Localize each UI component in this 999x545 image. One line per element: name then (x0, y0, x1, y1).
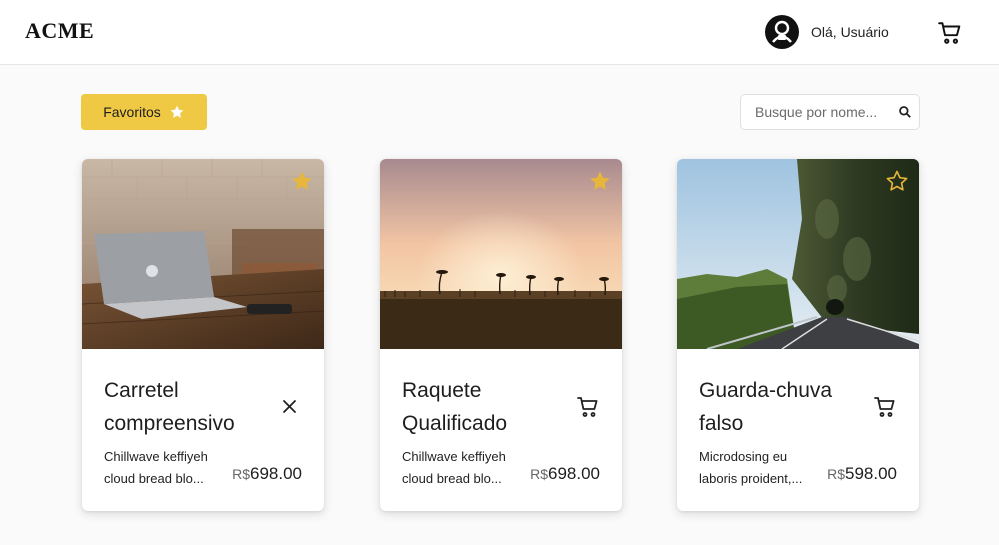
top-header: ACME Olá, Usuário (0, 0, 999, 65)
product-description: Microdosing eu laboris proident,... (699, 449, 803, 486)
cart-icon[interactable] (937, 20, 963, 46)
search-input[interactable] (741, 95, 891, 129)
search-box (740, 94, 920, 130)
close-icon[interactable] (278, 395, 302, 419)
product-price: R$598.00 (827, 464, 897, 483)
product-description: Chillwave keffiyeh cloud bread blo... (104, 449, 208, 486)
product-price: R$698.00 (232, 464, 302, 483)
favorites-label: Favoritos (103, 104, 161, 120)
product-card[interactable]: Carretel compreensivo Chillwave keffiyeh… (82, 159, 324, 511)
user-greeting[interactable]: Olá, Usuário (811, 24, 889, 40)
product-description: Chillwave keffiyeh cloud bread blo... (402, 449, 506, 486)
product-title: Guarda-chuva falso (699, 379, 833, 435)
user-avatar-icon[interactable] (765, 15, 799, 49)
product-image-cliff-road[interactable] (677, 159, 919, 349)
add-to-cart-icon[interactable] (873, 395, 897, 419)
product-title: Carretel compreensivo (104, 379, 235, 435)
favorite-star-icon[interactable] (588, 169, 612, 193)
product-card[interactable]: Guarda-chuva falso Microdosing eu labori… (677, 159, 919, 511)
logo[interactable]: ACME (25, 18, 94, 44)
product-price: R$698.00 (530, 464, 600, 483)
product-image-laptop[interactable] (82, 159, 324, 349)
favorite-star-icon[interactable] (290, 169, 314, 193)
product-card[interactable]: Raquete Qualificado Chillwave keffiyeh c… (380, 159, 622, 511)
product-title: Raquete Qualificado (402, 379, 508, 435)
product-image-sunset[interactable] (380, 159, 622, 349)
star-icon (170, 105, 184, 118)
favorite-star-outline-icon[interactable] (885, 169, 909, 193)
favorites-button[interactable]: Favoritos (81, 94, 207, 130)
search-icon[interactable] (898, 105, 912, 119)
add-to-cart-icon[interactable] (576, 395, 600, 419)
